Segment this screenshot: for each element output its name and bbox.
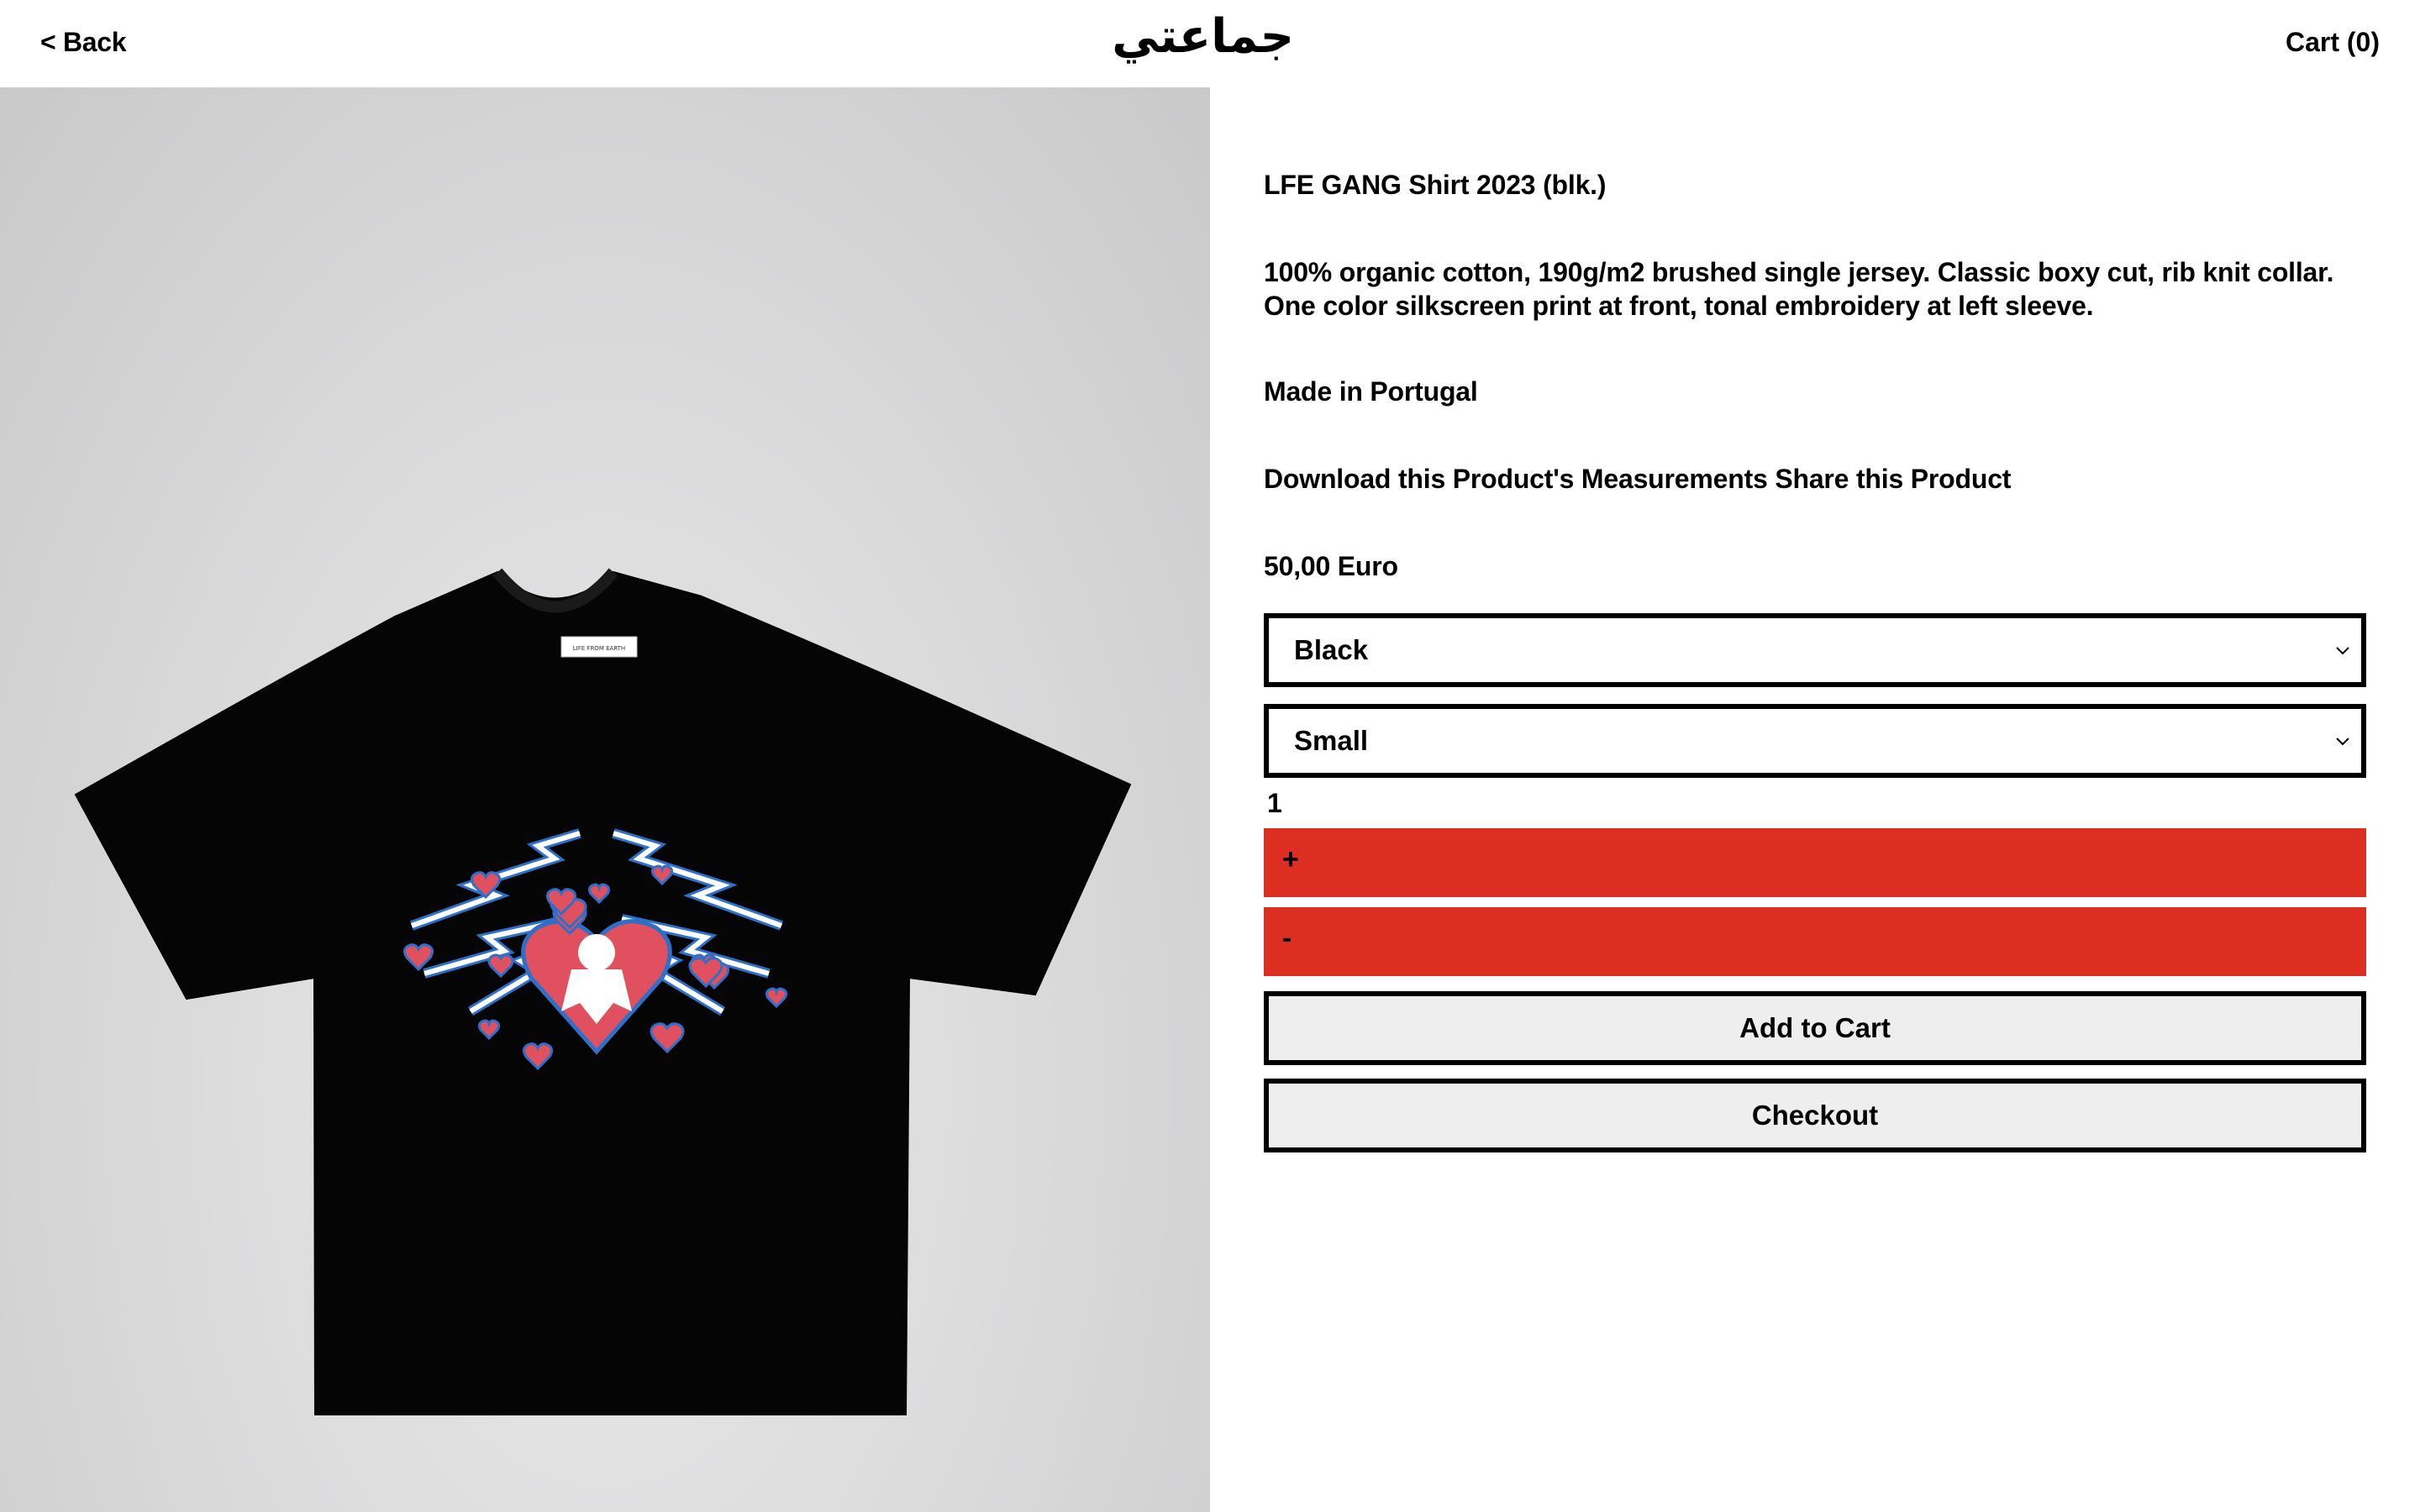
product-origin: Made in Portugal [1264,376,1478,407]
quantity-increase-button[interactable]: + [1264,828,2366,897]
color-select[interactable]: Black [1264,613,2366,687]
color-select-value: Black [1294,634,1369,665]
neck-label-text: LIFE FROM EARTH [573,645,625,652]
site-header: < Back جماعتي Cart (0) [0,0,2420,87]
quantity-value: 1 [1267,788,1282,818]
size-select[interactable]: Small [1264,704,2366,778]
product-price: 50,00 Euro [1264,551,1398,581]
cart-link[interactable]: Cart (0) [2286,27,2380,58]
back-link[interactable]: < Back [40,27,127,58]
chevron-down-icon [2336,647,2349,655]
add-to-cart-button[interactable]: Add to Cart [1264,991,2366,1065]
product-description: 100% organic cotton, 190g/m2 brushed sin… [1264,257,2334,321]
plus-label: + [1282,843,1299,875]
share-product-link[interactable]: Share this Product [1775,464,2011,494]
chevron-down-icon [2336,738,2349,746]
product-image: LIFE FROM EARTH [0,87,1210,1512]
download-measurements-link[interactable]: Download this Product's Measurements [1264,464,1768,494]
checkout-button[interactable]: Checkout [1264,1079,2366,1152]
product-links: Download this Product's Measurements Sha… [1264,462,2011,496]
size-select-value: Small [1294,725,1369,756]
minus-label: - [1282,922,1292,954]
product-title: LFE GANG Shirt 2023 (blk.) [1264,170,1607,200]
site-logo[interactable]: جماعتي [1112,3,1294,71]
tshirt-illustration: LIFE FROM EARTH [74,568,1132,1415]
quantity-decrease-button[interactable]: - [1264,907,2366,976]
